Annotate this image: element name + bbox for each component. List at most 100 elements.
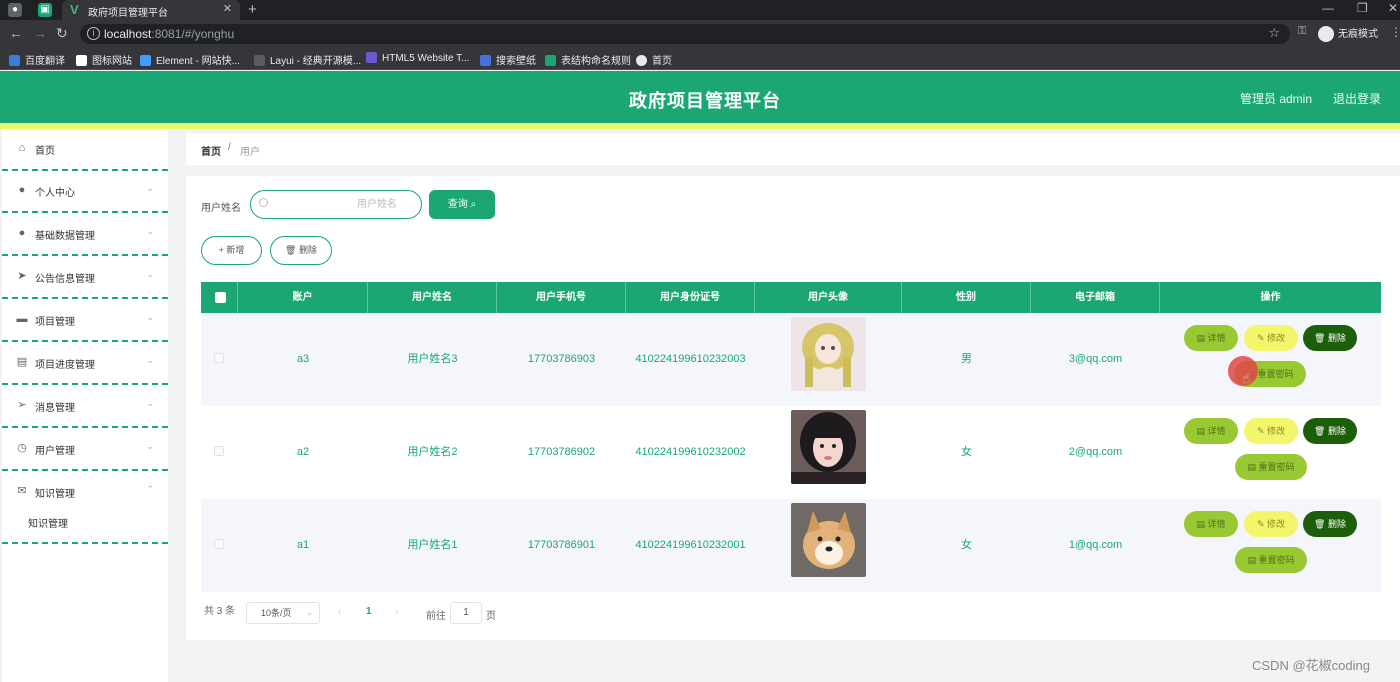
- table-header: 账户 用户姓名 用户手机号 用户身份证号 用户头像 性别 电子邮箱 操作: [201, 282, 1381, 313]
- reset-password-button[interactable]: ▤ 重置密码: [1235, 547, 1307, 573]
- column-header: 电子邮箱: [1031, 282, 1160, 313]
- restore-icon[interactable]: ❐: [1357, 1, 1368, 15]
- bookmark-item[interactable]: 表结构命名规则: [545, 52, 631, 67]
- incognito-indicator[interactable]: 无痕模式: [1318, 25, 1378, 43]
- chevron-down-icon: ⌄: [146, 312, 154, 322]
- reset-password-label: 重置密码: [1258, 555, 1295, 565]
- query-button-label: 查询: [447, 199, 468, 210]
- sidebar-item-home[interactable]: ⌂ 首页: [2, 129, 168, 171]
- detail-button[interactable]: ▤ 详情: [1184, 325, 1238, 351]
- sidebar-item-label: 公告信息管理: [35, 274, 95, 285]
- browser-menu-icon[interactable]: ⋮: [1390, 25, 1400, 39]
- sidebar-item-label: 首页: [35, 146, 55, 157]
- forward-icon[interactable]: →: [33, 25, 47, 41]
- row-checkbox[interactable]: [214, 446, 224, 456]
- pagination-total: 共 3 条: [204, 606, 236, 617]
- detail-label: 详情: [1207, 426, 1226, 436]
- user-icon: ●: [18, 227, 26, 239]
- sidebar-item-messages[interactable]: ➢ 消息管理 ⌄: [2, 386, 168, 428]
- pinned-tab-icon[interactable]: ▣: [38, 3, 52, 17]
- edit-button[interactable]: ✎ 修改: [1244, 418, 1298, 444]
- browser-tab-active[interactable]: V 政府项目管理平台 ✕: [62, 0, 240, 20]
- bookmark-item[interactable]: 百度翻译: [9, 52, 65, 67]
- delete-label: 删除: [1327, 333, 1346, 343]
- user-icon: ●: [18, 184, 26, 196]
- table-row: a2 用户姓名2 17703786902 410224199610232002 …: [201, 406, 1381, 499]
- document-icon: ▤: [1196, 333, 1205, 343]
- bookmark-item[interactable]: 搜索壁纸: [480, 52, 536, 67]
- query-button[interactable]: 查询 ⌕: [429, 190, 495, 219]
- page-number-current[interactable]: 1: [366, 606, 372, 617]
- url-text: localhost:8081/#/yonghu: [104, 27, 235, 41]
- edit-button[interactable]: ✎ 修改: [1244, 511, 1298, 537]
- reload-icon[interactable]: ↻: [56, 25, 68, 42]
- new-tab-icon[interactable]: +: [248, 1, 257, 18]
- page-size-select[interactable]: 10条/页 ⌄: [246, 602, 320, 624]
- edit-label: 修改: [1267, 333, 1286, 343]
- prev-page-icon[interactable]: ‹: [338, 606, 341, 617]
- trash-icon: 🗑: [1314, 426, 1326, 436]
- sidebar-item-profile[interactable]: ● 个人中心 ⌄: [2, 171, 168, 213]
- address-bar[interactable]: i localhost:8081/#/yonghu ☆: [80, 24, 1290, 44]
- table-row: a3 用户姓名3 17703786903 410224199610232003 …: [201, 313, 1381, 406]
- sidebar-item-basic-data[interactable]: ● 基础数据管理 ⌄: [2, 214, 168, 256]
- globe-icon[interactable]: ●: [8, 3, 22, 17]
- bookmarks-bar: 百度翻译 图标网站 Element - 网站快... Layui - 经典开源模…: [0, 48, 1400, 70]
- clipboard-icon: ▤: [16, 356, 28, 368]
- shiba-dog-avatar[interactable]: [791, 503, 866, 577]
- bookmark-item[interactable]: Layui - 经典开源模...: [254, 52, 361, 67]
- next-page-icon[interactable]: ›: [395, 606, 398, 617]
- goto-page-input[interactable]: 1: [450, 602, 482, 624]
- chevron-down-icon: ⌄: [146, 441, 154, 451]
- column-header: 用户头像: [755, 282, 902, 313]
- pencil-icon: ✎: [1256, 519, 1265, 529]
- add-button[interactable]: + 新增: [201, 236, 262, 265]
- sidebar-item-projects[interactable]: ▬ 项目管理 ⌄: [2, 300, 168, 342]
- row-checkbox[interactable]: [214, 539, 224, 549]
- search-input[interactable]: [277, 196, 417, 213]
- cell-gender: 男: [961, 353, 972, 365]
- reset-password-button[interactable]: ▤ 重置密码: [1235, 454, 1307, 480]
- sidebar-item-progress[interactable]: ▤ 项目进度管理 ⌄: [2, 343, 168, 385]
- chat-icon: ▬: [16, 313, 28, 325]
- column-header: 操作: [1260, 292, 1281, 303]
- delete-label: 删除: [1327, 519, 1346, 529]
- girl-portrait-avatar[interactable]: [791, 410, 866, 484]
- select-all-checkbox[interactable]: [215, 292, 226, 303]
- breadcrumb-home[interactable]: 首页: [201, 143, 221, 158]
- column-header: 用户姓名: [368, 282, 497, 313]
- delete-button[interactable]: 🗑 删除: [1303, 418, 1357, 444]
- sidebar-subitem-knowledge[interactable]: 知识管理: [2, 499, 168, 544]
- detail-button[interactable]: ▤ 详情: [1184, 418, 1238, 444]
- cell-account: a1: [296, 539, 310, 551]
- info-icon[interactable]: i: [87, 27, 100, 40]
- detail-button[interactable]: ▤ 详情: [1184, 511, 1238, 537]
- sidebar-item-users[interactable]: ◷ 用户管理 ⌄: [2, 429, 168, 471]
- bookmark-item[interactable]: Element - 网站快...: [140, 52, 240, 67]
- bookmark-star-icon[interactable]: ☆: [1268, 25, 1280, 41]
- close-window-icon[interactable]: ✕: [1388, 1, 1398, 15]
- edit-button[interactable]: ✎ 修改: [1244, 325, 1298, 351]
- sidebar-item-label: 消息管理: [35, 403, 75, 414]
- chevron-up-icon: ⌃: [146, 484, 154, 494]
- key-icon[interactable]: ⚿: [1298, 25, 1306, 38]
- sidebar-item-announcements[interactable]: ➤ 公告信息管理 ⌄: [2, 257, 168, 299]
- reset-password-label: 重置密码: [1258, 462, 1295, 472]
- delete-button[interactable]: 🗑 删除: [1303, 325, 1357, 351]
- batch-delete-button[interactable]: 🗑 删除: [270, 236, 332, 265]
- anime-doll-avatar[interactable]: [791, 317, 866, 391]
- close-tab-icon[interactable]: ✕: [223, 2, 232, 15]
- sidebar-item-label: 个人中心: [35, 188, 75, 199]
- goto-label: 前往: [426, 611, 446, 622]
- back-icon[interactable]: ←: [9, 25, 23, 41]
- pencil-icon: ✎: [1256, 426, 1265, 436]
- minimize-icon[interactable]: —: [1322, 1, 1334, 15]
- bookmark-item[interactable]: 图标网站: [76, 52, 132, 67]
- bookmark-item[interactable]: HTML5 Website T...: [366, 52, 469, 64]
- delete-button[interactable]: 🗑 删除: [1303, 511, 1357, 537]
- home-icon: ⌂: [18, 142, 26, 154]
- search-field[interactable]: [250, 190, 422, 219]
- row-checkbox[interactable]: [214, 353, 224, 363]
- logout-link[interactable]: 退出登录: [1333, 90, 1381, 107]
- bookmark-item[interactable]: 首页: [636, 52, 672, 67]
